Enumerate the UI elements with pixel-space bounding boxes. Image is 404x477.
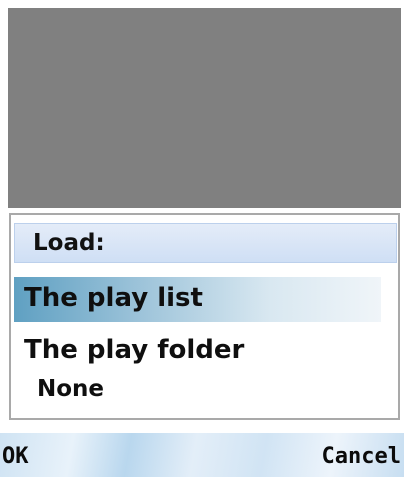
cancel-softkey[interactable]: Cancel [322,444,401,469]
load-dialog: Load: The play list The play folder None [9,213,400,420]
ok-softkey[interactable]: OK [2,444,29,469]
softkey-bar: OK Cancel [0,433,404,477]
option-label: None [37,376,105,402]
dialog-title-bar: Load: [14,223,397,263]
dialog-title: Load: [33,230,105,256]
option-label: The play list [24,283,203,313]
option-label: The play folder [24,335,245,365]
screen: Load: The play list The play folder None… [0,0,404,477]
preview-area [8,8,401,208]
option-play-list[interactable]: The play list [14,277,381,322]
